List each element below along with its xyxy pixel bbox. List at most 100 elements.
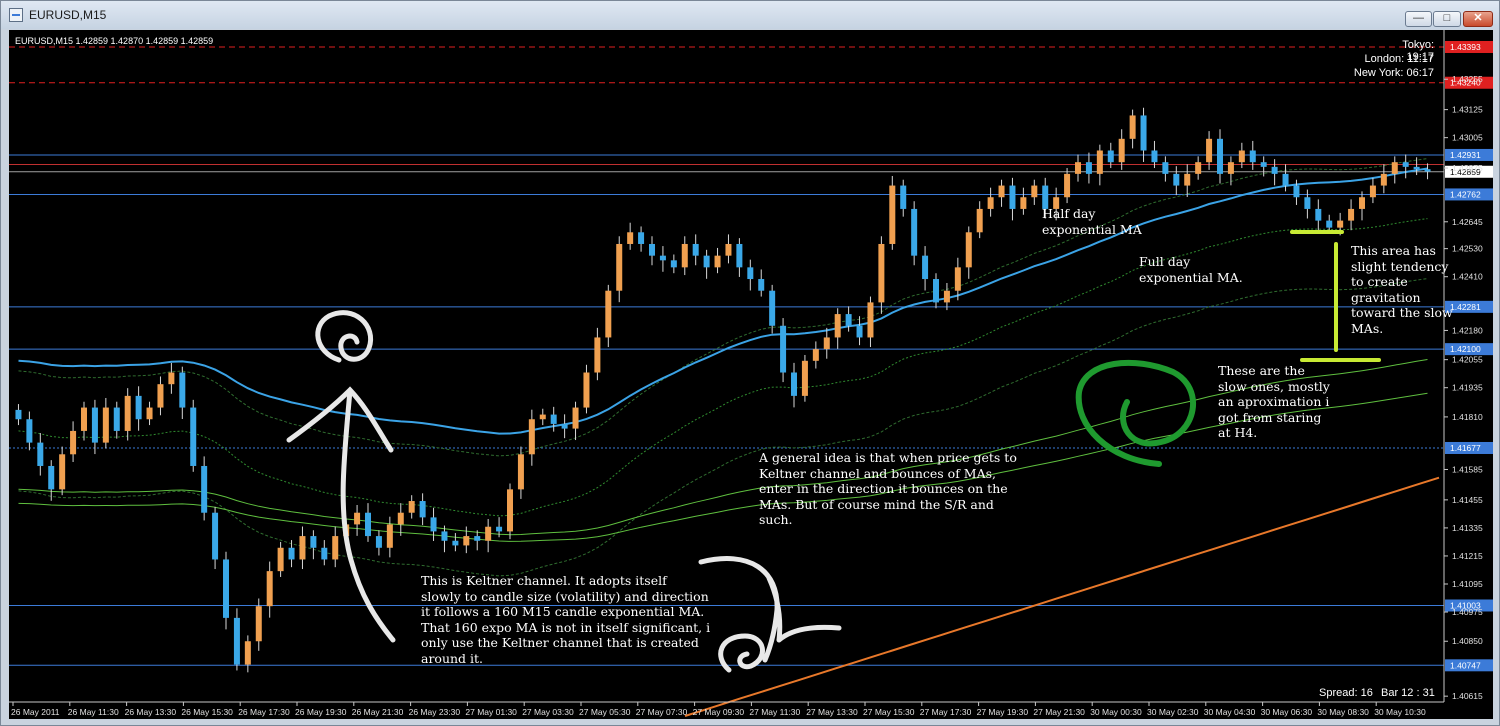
candle-body [1195,162,1202,174]
price-tick-label: 1.41215 [1452,551,1483,561]
candle-body [834,314,841,338]
candle-body [474,536,481,541]
minimize-button[interactable]: — [1405,11,1432,27]
candle-body [801,360,808,396]
candle-body [244,641,251,665]
candle-body [135,395,142,420]
price-tick-label: 1.43125 [1452,105,1483,115]
candle-body [430,517,437,532]
level-price-label: 1.42281 [1450,302,1481,312]
candle-body [823,337,830,350]
candle-body [146,407,153,420]
candle-body [397,512,404,525]
candle-body [255,606,262,642]
candle-body [1293,185,1300,198]
price-tick-label: 1.43005 [1452,133,1483,143]
time-label: 27 May 01:30 [465,707,517,717]
candle-body [1020,197,1027,209]
candle-body [223,559,229,618]
candle-body [649,243,655,256]
candle-body [1260,162,1267,167]
price-tick-label: 1.41935 [1452,383,1483,393]
candle-body [201,465,208,513]
price-tick-label: 1.41095 [1452,579,1483,589]
keltner-note: This is Keltner channel. It adopts itsel… [421,573,711,666]
candle-body [1249,150,1256,163]
price-tick-label: 1.41810 [1452,412,1483,422]
candle-body [703,255,710,268]
candle-body [747,267,754,280]
candle-body [605,290,612,338]
title-bar[interactable]: EURUSD,M15 — □ ✕ [1,1,1499,29]
candle-body [714,255,721,268]
time-label: 27 May 05:30 [579,707,631,717]
candle-body [1369,185,1376,198]
candle-body [463,536,470,546]
level-price-label: 1.42100 [1450,344,1481,354]
candle-body [627,232,634,244]
candle-body [1151,150,1158,163]
level-price-label: 1.42931 [1450,150,1481,160]
candle-body [1359,197,1365,209]
candle-body [1173,173,1180,186]
full-day-ema-line [18,359,1428,536]
candle-body [933,279,939,303]
candle-body [26,419,33,443]
time-label: 26 May 15:30 [181,707,233,717]
price-tick-label: 1.41335 [1452,523,1483,533]
candle-body [212,512,219,560]
candle-body [1391,162,1398,174]
window-title: EURUSD,M15 [29,8,107,22]
level-price-label: 1.43393 [1450,42,1481,52]
white-spiral-top-drawing [315,310,373,363]
time-label: 30 May 06:30 [1261,707,1313,717]
candle-body [1217,138,1223,174]
price-tick-label: 1.40975 [1452,607,1483,617]
candle-body [365,512,371,537]
candle-body [1271,166,1278,174]
time-label: 27 May 13:30 [806,707,858,717]
candle-body [375,536,382,548]
price-tick-label: 1.41585 [1452,464,1483,474]
full-day-ema-note: Full day exponential MA. [1139,254,1243,285]
candle-body [59,454,66,490]
candle-body [190,407,197,466]
white-spiral-bottom-drawing [698,556,842,673]
candle-body [780,325,787,373]
candle-body [113,407,120,431]
close-button[interactable]: ✕ [1463,11,1493,27]
full-day-ema-line-2 [18,392,1428,542]
candle-body [965,232,972,268]
candle-body [1227,162,1234,174]
candle-body [856,325,863,338]
candle-body [954,267,961,291]
candle-body [659,255,666,261]
time-label: 26 May 17:30 [238,707,290,717]
candle-body [1140,115,1147,151]
bar-timer: Bar 12 : 31 [1381,687,1435,699]
price-tick-label: 1.43255 [1452,74,1483,84]
keltner-lower-line [18,278,1428,577]
candle-body [681,243,688,268]
candle-body [616,243,623,291]
candle-body [867,302,874,338]
time-label: 27 May 15:30 [863,707,915,717]
time-label: 27 May 19:30 [977,707,1029,717]
time-label: 27 May 03:30 [522,707,574,717]
candle-body [922,255,929,280]
candle-body [769,290,776,326]
candle-body [845,314,852,326]
candle-body [1107,150,1114,163]
candle-body [1031,185,1038,198]
candle-body [1206,138,1213,163]
price-chart[interactable]: 1.43393 1.43240 1.42931 1.42859 1.42762 1.422… [9,30,1493,719]
candle-body [758,279,765,291]
time-label: 30 May 10:30 [1374,707,1426,717]
maximize-button[interactable]: □ [1433,11,1461,27]
price-tick-label: 1.42410 [1452,272,1483,282]
level-price-label: 1.42762 [1450,189,1481,199]
candle-body [736,243,743,268]
candle-body [37,442,44,466]
candle-body [1413,166,1420,170]
candle-body [583,372,590,408]
